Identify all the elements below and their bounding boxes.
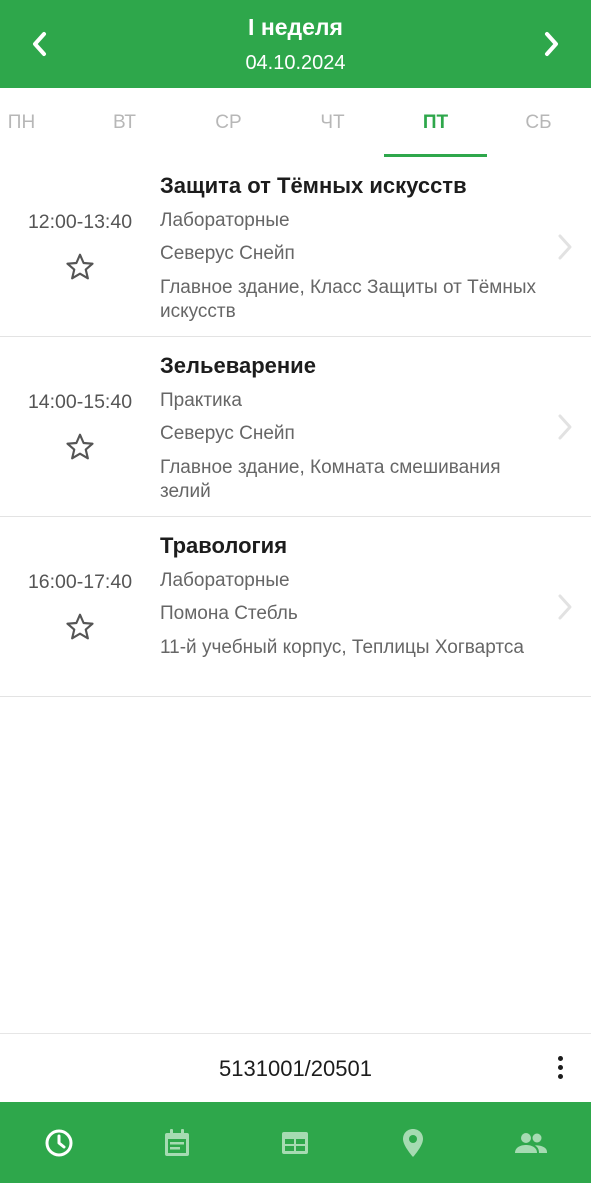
nav-calendar[interactable] [118, 1102, 236, 1183]
nav-table[interactable] [236, 1102, 354, 1183]
tab-tue[interactable]: ВТ [73, 88, 176, 158]
chevron-right-icon [558, 594, 572, 620]
clock-icon [45, 1129, 73, 1156]
star-icon[interactable] [64, 431, 96, 463]
tab-mon[interactable]: ПН [0, 88, 73, 158]
lesson-item[interactable]: 14:00-15:40 Зельеварение Практика Северу… [0, 338, 591, 517]
lesson-place: Главное здание, Класс Защиты от Тёмных и… [160, 277, 536, 322]
tab-thu[interactable]: ЧТ [281, 88, 384, 158]
day-tabs: ПН ВТ СР ЧТ ПТ СБ [0, 88, 591, 158]
tab-wed[interactable]: СР [177, 88, 280, 158]
lesson-item[interactable]: 12:00-13:40 Защита от Тёмных искусств Ла… [0, 158, 591, 337]
group-bar: 5131001/20501 [0, 1033, 591, 1104]
lesson-title: Травология [160, 533, 288, 558]
bottom-nav [0, 1102, 591, 1183]
chevron-right-icon [558, 414, 572, 440]
lesson-time: 16:00-17:40 [27, 571, 133, 593]
week-title: I неделя [248, 14, 343, 40]
lesson-teacher: Помона Стебль [160, 603, 298, 624]
lesson-title: Зельеварение [160, 353, 316, 378]
lesson-title: Защита от Тёмных искусств [160, 173, 467, 198]
group-id[interactable]: 5131001/20501 [0, 1056, 591, 1082]
nav-map[interactable] [354, 1102, 472, 1183]
next-week-button[interactable] [534, 26, 570, 62]
lesson-type: Практика [160, 390, 242, 411]
chevron-right-icon [558, 234, 572, 260]
map-pin-icon [403, 1128, 423, 1157]
star-icon[interactable] [64, 251, 96, 283]
more-vertical-icon[interactable] [555, 1056, 565, 1084]
tab-fri[interactable]: ПТ [384, 88, 487, 158]
active-tab-indicator [384, 154, 487, 157]
lesson-place: Главное здание, Комната смешивания зелий [160, 457, 501, 502]
lesson-time: 12:00-13:40 [27, 211, 133, 233]
star-icon[interactable] [64, 611, 96, 643]
lesson-teacher: Северус Снейп [160, 423, 295, 444]
lesson-type: Лабораторные [160, 210, 290, 231]
lesson-type: Лабораторные [160, 570, 290, 591]
week-date: 04.10.2024 [245, 52, 346, 74]
tab-sat[interactable]: СБ [487, 88, 590, 158]
app-header: I неделя 04.10.2024 [0, 0, 591, 88]
calendar-icon [165, 1128, 189, 1156]
lesson-item[interactable]: 16:00-17:40 Травология Лабораторные Помо… [0, 518, 591, 697]
lesson-time: 14:00-15:40 [27, 391, 133, 413]
lesson-teacher: Северус Снейп [160, 243, 295, 264]
nav-schedule[interactable] [0, 1102, 118, 1183]
people-icon [515, 1132, 547, 1153]
lesson-place: 11-й учебный корпус, Теплицы Хогвартса [160, 637, 524, 658]
chevron-right-icon [545, 32, 558, 56]
table-icon [282, 1131, 308, 1154]
nav-people[interactable] [472, 1102, 590, 1183]
